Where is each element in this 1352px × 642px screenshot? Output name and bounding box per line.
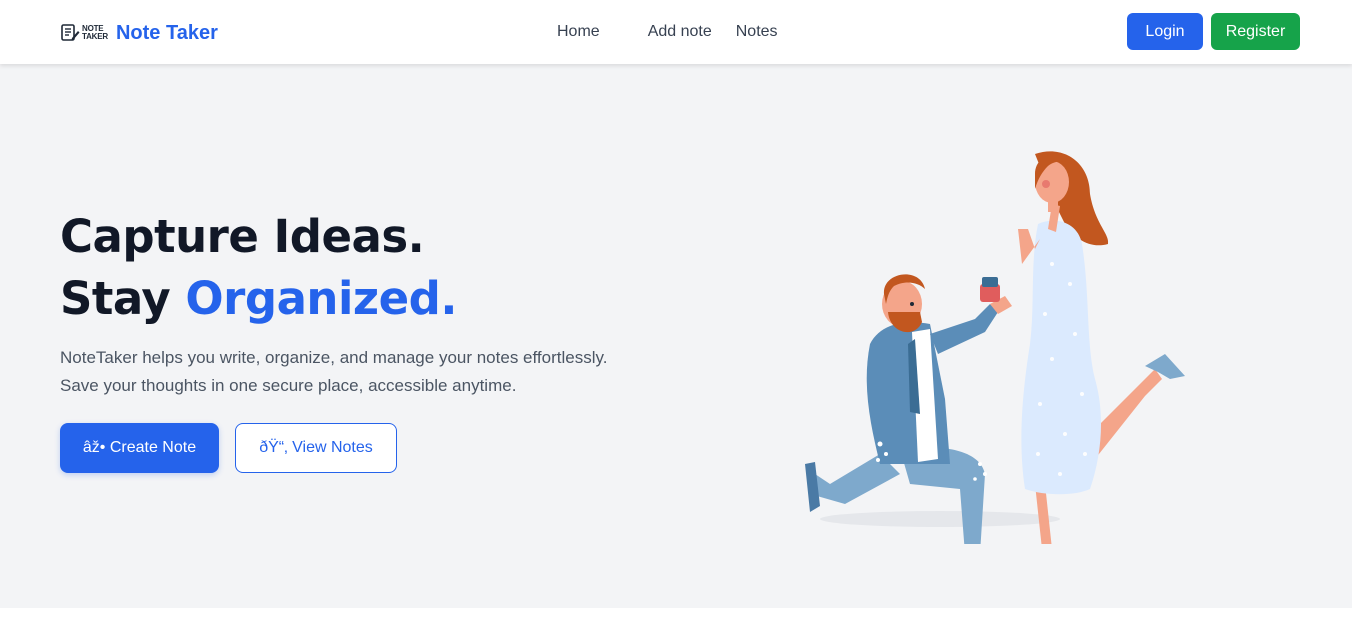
view-notes-button[interactable]: ðŸ“‚ View Notes — [235, 423, 397, 473]
proposal-illustration — [805, 151, 1185, 544]
man-figure — [805, 274, 1012, 544]
logo-text: NOTE TAKER — [82, 25, 108, 41]
headline-line2-accent: Organized. — [185, 272, 457, 325]
hero-section: Capture Ideas. Stay Organized. NoteTaker… — [0, 64, 1352, 608]
nav-add-note-link[interactable]: Add note — [648, 22, 712, 42]
nav-home-link[interactable]: Home — [557, 22, 600, 42]
woman-figure — [1018, 151, 1185, 544]
register-button[interactable]: Register — [1211, 13, 1300, 50]
logo-text-line2: TAKER — [82, 32, 108, 41]
brand-link[interactable]: NOTE TAKER Note Taker — [60, 18, 218, 48]
hero-description: NoteTaker helps you write, organize, and… — [60, 344, 607, 400]
note-pencil-icon — [61, 24, 80, 41]
headline-line2-prefix: Stay — [60, 272, 186, 325]
description-line2: Save your thoughts in one secure place, … — [60, 376, 517, 395]
hero-headline: Capture Ideas. Stay Organized. — [60, 206, 457, 330]
page-footer-strip — [0, 608, 1352, 642]
nav-links: Home Add note Notes — [557, 22, 778, 42]
logo: NOTE TAKER — [60, 23, 108, 43]
headline-line1: Capture Ideas. — [60, 210, 425, 263]
brand-name: Note Taker — [115, 21, 218, 44]
ground-shadow — [820, 511, 1060, 527]
create-note-button[interactable]: âž• Create Note — [60, 423, 219, 473]
navbar: NOTE TAKER Note Taker Home Add note Note… — [0, 0, 1352, 64]
nav-notes-link[interactable]: Notes — [736, 22, 778, 42]
login-button[interactable]: Login — [1127, 13, 1203, 50]
description-line1: NoteTaker helps you write, organize, and… — [60, 348, 608, 367]
